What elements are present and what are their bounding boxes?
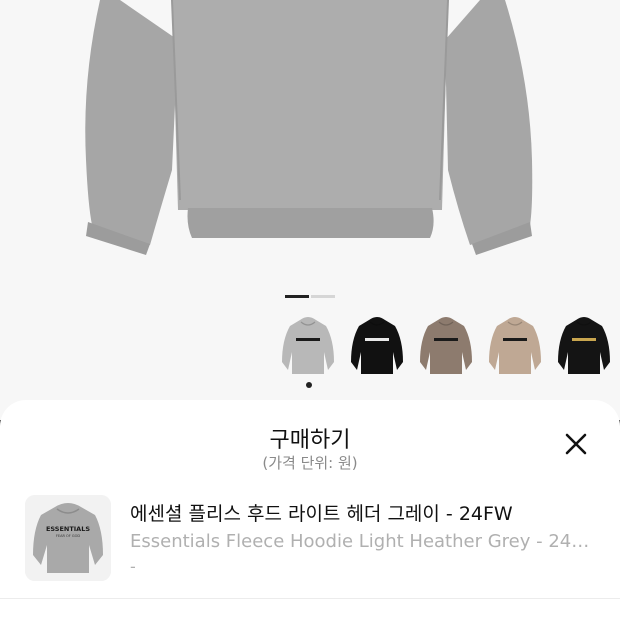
product-thumbnail: ESSENTIALS FEAR OF GOD xyxy=(25,495,111,581)
color-option-list xyxy=(280,312,612,382)
hoodie-swatch-image xyxy=(282,317,334,374)
logo-mark xyxy=(296,338,320,341)
hoodie-swatch-image xyxy=(489,317,541,374)
close-button[interactable] xyxy=(560,428,592,460)
product-image-gallery[interactable] xyxy=(0,0,620,420)
thumbnail-logo-text: ESSENTIALS xyxy=(46,525,90,533)
thumbnail-sub-text: FEAR OF GOD xyxy=(56,534,81,538)
color-option-black[interactable] xyxy=(349,312,405,382)
color-option-light-heather-grey[interactable] xyxy=(280,312,336,382)
logo-mark xyxy=(365,338,389,341)
logo-mark xyxy=(434,338,458,341)
hoodie-thumbnail-image: ESSENTIALS FEAR OF GOD xyxy=(25,495,111,581)
image-pager xyxy=(285,295,335,298)
color-option-oatmeal[interactable] xyxy=(487,312,543,382)
color-option-black-gold[interactable] xyxy=(556,312,612,382)
color-option-taupe[interactable] xyxy=(418,312,474,382)
pager-indicator-1 xyxy=(285,295,309,298)
product-option-placeholder: - xyxy=(130,557,136,576)
selected-color-indicator xyxy=(306,382,312,388)
logo-mark xyxy=(572,338,596,341)
product-summary: ESSENTIALS FEAR OF GOD 에센셜 플리스 후드 라이트 헤더… xyxy=(25,495,605,585)
hoodie-swatch-image xyxy=(351,317,403,374)
hoodie-hero-image xyxy=(0,0,620,290)
hoodie-swatch-image xyxy=(420,317,472,374)
price-unit-note: (가격 단위: 원) xyxy=(262,454,358,472)
logo-mark xyxy=(503,338,527,341)
product-name-english: Essentials Fleece Hoodie Light Heather G… xyxy=(130,531,595,552)
sheet-title: 구매하기 xyxy=(269,428,351,453)
close-icon xyxy=(565,433,587,455)
pager-indicator-2 xyxy=(311,295,335,298)
screen: 구매하기 (가격 단위: 원) ESSENTIALS FEAR OF GOD 에… xyxy=(0,0,620,620)
purchase-sheet: 구매하기 (가격 단위: 원) ESSENTIALS FEAR OF GOD 에… xyxy=(0,400,620,620)
product-name-korean: 에센셜 플리스 후드 라이트 헤더 그레이 - 24FW xyxy=(130,503,513,525)
divider xyxy=(0,598,620,599)
hoodie-swatch-image xyxy=(558,317,610,374)
